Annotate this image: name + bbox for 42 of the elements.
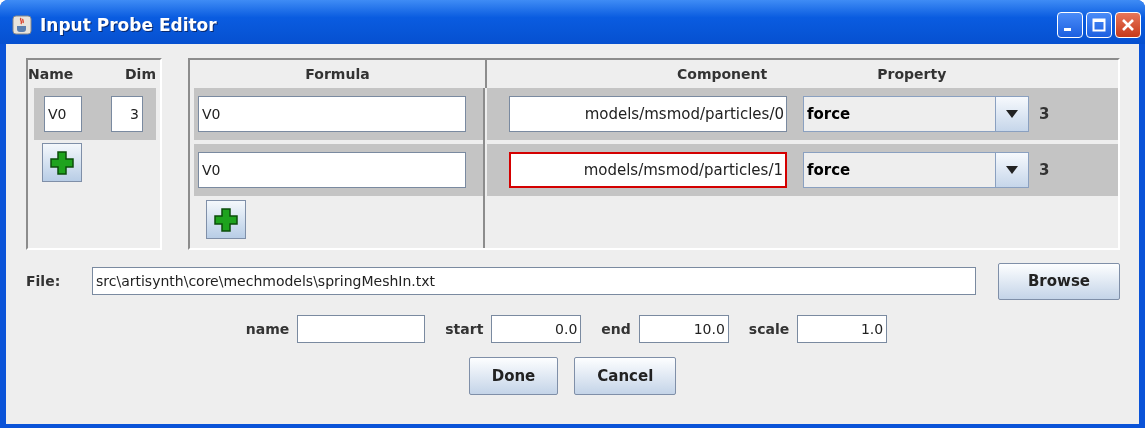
param-label: scale <box>748 321 790 337</box>
column-header: Formula <box>305 66 370 82</box>
dim-field[interactable]: 3 <box>111 96 143 132</box>
dropdown-arrow-icon <box>1006 166 1018 174</box>
param-field[interactable]: 10.0 <box>638 315 729 343</box>
column-header: Property <box>877 66 947 82</box>
param-field[interactable]: 0.0 <box>491 315 582 343</box>
property-dropdown[interactable]: force <box>803 96 1029 132</box>
add-button[interactable] <box>42 143 82 182</box>
browse-button[interactable]: Browse <box>998 262 1120 300</box>
component-field[interactable]: models/msmod/particles/1 <box>509 152 787 188</box>
dialog-button[interactable]: Cancel <box>574 357 677 395</box>
column-header: Component <box>677 66 768 82</box>
close-button[interactable] <box>1115 12 1141 38</box>
name-field[interactable]: V0 <box>44 96 82 132</box>
add-button[interactable] <box>206 200 246 239</box>
maximize-icon <box>1092 18 1106 32</box>
window-title: Input Probe Editor <box>40 15 217 35</box>
param-label: start <box>445 321 484 337</box>
component-field[interactable]: models/msmod/particles/0 <box>509 96 787 132</box>
param-field[interactable]: 1.0 <box>797 315 888 343</box>
column-header: Name <box>28 66 74 82</box>
formula-field[interactable]: V0 <box>198 96 466 132</box>
file-path-field[interactable]: src\artisynth\core\mechmodels\springMeshIn.txt <box>92 267 976 295</box>
size-label: 3 <box>1039 161 1050 179</box>
plus-icon <box>49 149 75 176</box>
dropdown-arrow-icon <box>1006 110 1018 118</box>
minimize-button[interactable] <box>1057 12 1083 38</box>
file-label: File: <box>26 273 62 289</box>
close-icon <box>1121 18 1135 32</box>
size-label: 3 <box>1039 105 1050 123</box>
dialog-button[interactable]: Done <box>468 357 559 395</box>
param-field[interactable] <box>297 315 426 343</box>
param-label: end <box>601 321 631 337</box>
coffee-cup-icon <box>12 15 32 35</box>
property-dropdown[interactable]: force <box>803 152 1029 188</box>
formula-field[interactable]: V0 <box>198 152 466 188</box>
plus-icon <box>213 206 239 233</box>
column-header: Dim <box>125 66 156 82</box>
maximize-button[interactable] <box>1086 12 1112 38</box>
param-label: name <box>245 321 290 337</box>
minimize-icon <box>1064 27 1071 31</box>
